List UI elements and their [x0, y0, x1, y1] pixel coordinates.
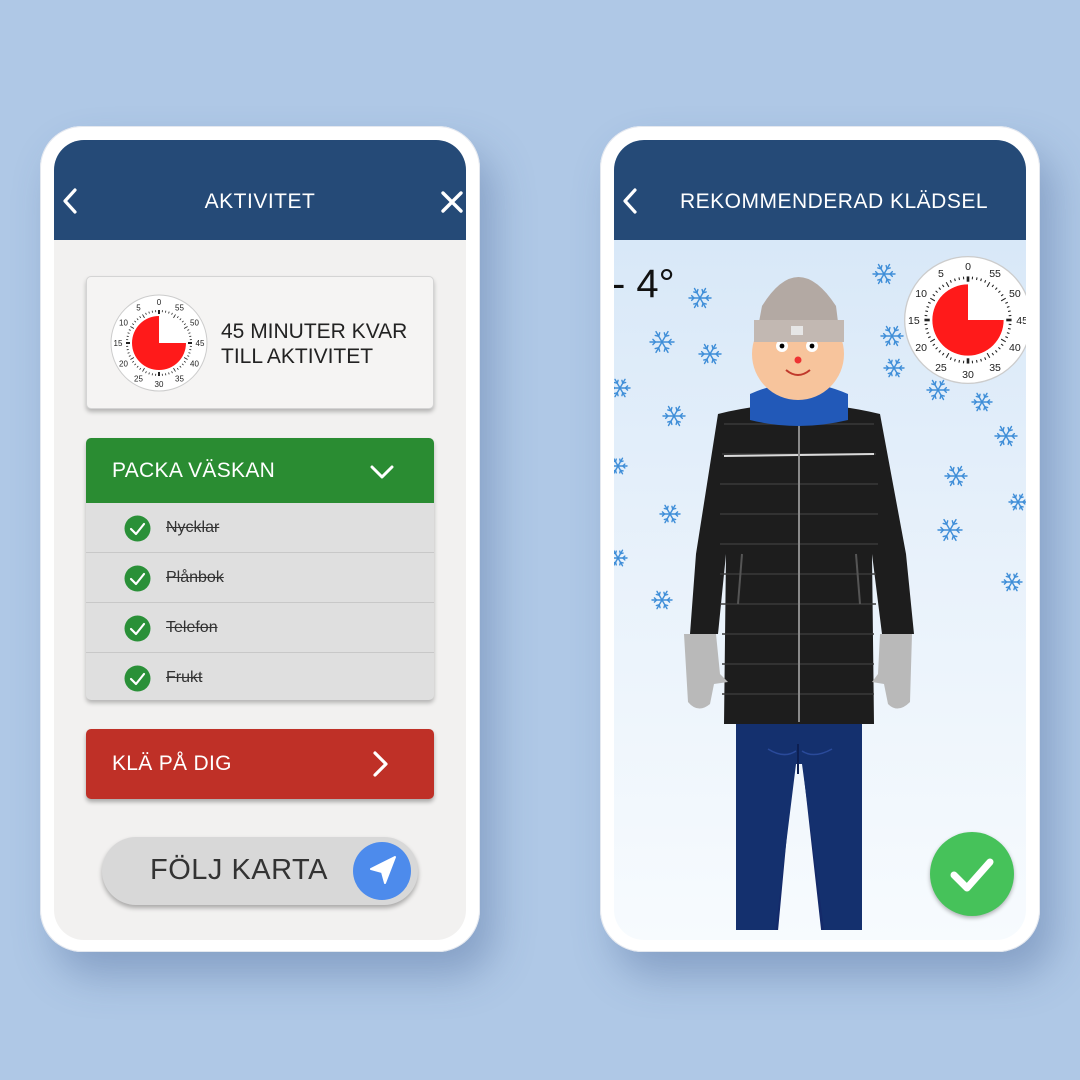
dial-label: 30: [155, 380, 164, 389]
snowflake-icon: [971, 392, 993, 412]
snowflake-icon: [614, 549, 628, 567]
dial-label: 45: [196, 339, 205, 348]
follow-map-label: FÖLJ KARTA: [150, 854, 328, 886]
dial-label: 15: [114, 339, 123, 348]
page-title: AKTIVITET: [204, 190, 316, 213]
dial-label: 45: [1016, 315, 1026, 327]
check-circle-icon[interactable]: [124, 615, 151, 642]
snowflake-icon: [614, 378, 631, 398]
snowflake-icon: [662, 405, 686, 427]
activity-phone: AKTIVITET 0 5 10 15 20 25 30 35 40 45 50 55 45 MINU…: [40, 126, 480, 952]
activity-header: AKTIVITET: [54, 140, 466, 240]
pack-item-label: Telefon: [166, 619, 218, 636]
pack-item-label: Frukt: [166, 669, 203, 686]
follow-map-button[interactable]: FÖLJ KARTA: [102, 837, 418, 905]
snowflake-icon: [649, 330, 675, 354]
snowflake-icon: [651, 590, 673, 610]
page-title: REKOMMENDERAD KLÄDSEL: [679, 190, 989, 213]
dial-label: 5: [938, 268, 944, 280]
dial-label: 35: [989, 362, 1001, 374]
snowflake-icon: [1008, 493, 1026, 511]
dressed-person-illustration: [684, 277, 914, 930]
pack-item-planbok[interactable]: Plånbok: [86, 553, 434, 603]
pack-item-label: Nycklar: [166, 519, 220, 536]
dial-label: 50: [190, 319, 199, 328]
activity-screen: AKTIVITET 0 5 10 15 20 25 30 35 40 45 50 55 45 MINU…: [54, 140, 466, 940]
timer-text-line2: TILL AKTIVITET: [221, 345, 374, 368]
pack-item-telefon[interactable]: Telefon: [86, 603, 434, 653]
temperature-readout: - 4°: [614, 262, 675, 306]
clothing-phone: REKOMMENDERAD KLÄDSEL - 4° 0 5 10 15 20 …: [600, 126, 1040, 952]
dial-label: 10: [119, 319, 128, 328]
snowflake-icon: [1001, 572, 1023, 592]
dial-label: 30: [962, 369, 974, 381]
snowflake-icon: [659, 504, 681, 524]
pack-bag-title: PACKA VÄSKAN: [112, 459, 276, 482]
dial-label: 25: [935, 362, 947, 374]
dial-label: 5: [136, 303, 141, 312]
dial-label: 55: [989, 268, 1001, 280]
snowflake-icon: [994, 425, 1018, 447]
check-circle-icon[interactable]: [124, 565, 151, 592]
dial-label: 35: [175, 375, 184, 384]
pack-item-nycklar[interactable]: Nycklar: [86, 503, 434, 553]
close-icon[interactable]: [440, 190, 464, 214]
dial-label: 55: [175, 303, 184, 312]
confirm-button[interactable]: [930, 832, 1014, 916]
snowflake-icon: [614, 457, 628, 475]
dial-label: 10: [915, 288, 927, 300]
dial-label: 40: [190, 360, 199, 369]
dial-label: 20: [119, 360, 128, 369]
get-dressed-label: KLÄ PÅ DIG: [112, 752, 232, 775]
snowflake-icon: [937, 518, 963, 542]
navigation-arrow-icon: [353, 842, 411, 900]
dial-label: 50: [1009, 288, 1021, 300]
timer-text: 45 MINUTER KVAR TILL AKTIVITET: [221, 319, 431, 369]
checkmark-icon: [950, 858, 994, 892]
dial-label: 40: [1009, 342, 1021, 354]
dial-label: 15: [908, 315, 920, 327]
countdown-timer-icon: 0 5 10 15 20 25 30 35 40 45 50 55: [110, 294, 208, 392]
dial-label: 0: [157, 298, 162, 307]
check-circle-icon[interactable]: [124, 665, 151, 692]
pack-item-label: Plånbok: [166, 569, 224, 586]
clothing-header: REKOMMENDERAD KLÄDSEL: [614, 140, 1026, 240]
dial-label: 0: [965, 261, 971, 273]
pack-item-frukt[interactable]: Frukt: [86, 653, 434, 700]
chevron-right-icon: [373, 751, 388, 777]
dial-label: 25: [134, 375, 143, 384]
clothing-screen: REKOMMENDERAD KLÄDSEL - 4° 0 5 10 15 20 …: [614, 140, 1026, 940]
pack-bag-panel: PACKA VÄSKAN Nycklar Plånbok Telefon Fru…: [86, 438, 434, 700]
pack-bag-header[interactable]: PACKA VÄSKAN: [86, 438, 434, 503]
dial-label: 20: [915, 342, 927, 354]
countdown-timer-icon: 0 5 10 15 20 25 30 35 40 45 50 55: [903, 255, 1026, 385]
timer-text-line1: 45 MINUTER KVAR: [221, 320, 408, 343]
timer-card: 0 5 10 15 20 25 30 35 40 45 50 55 45 MINUTER KVAR T…: [86, 276, 434, 409]
check-circle-icon[interactable]: [124, 515, 151, 542]
snowflake-icon: [944, 465, 968, 487]
chevron-down-icon[interactable]: [368, 458, 396, 486]
get-dressed-button[interactable]: KLÄ PÅ DIG: [86, 729, 434, 799]
